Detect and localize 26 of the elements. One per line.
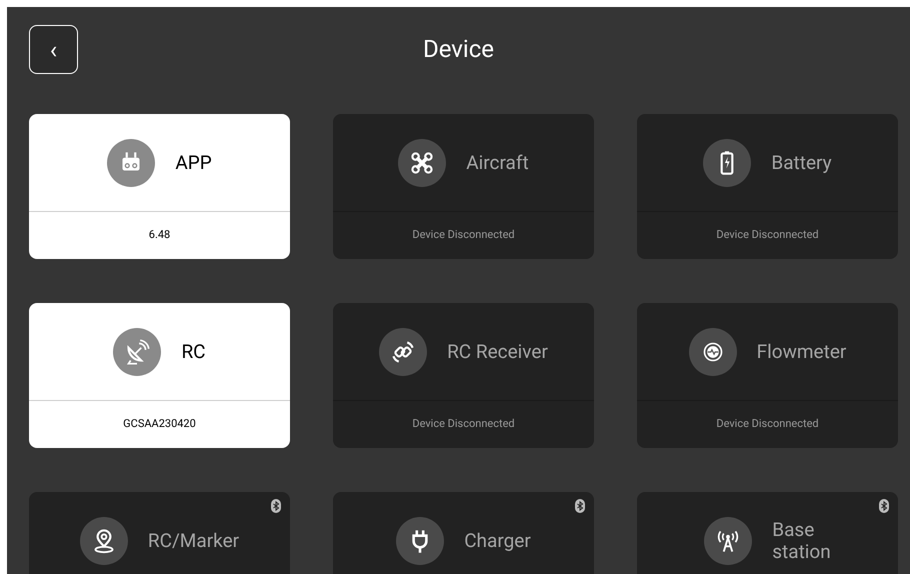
device-status: Device Disconnected: [716, 416, 819, 432]
device-card[interactable]: Charger: [333, 492, 594, 574]
device-card[interactable]: RC GCSAA230420: [29, 303, 290, 448]
device-status: 6.48: [148, 227, 170, 244]
device-name: APP: [175, 152, 212, 174]
device-name: Flowmeter: [756, 340, 846, 362]
back-button[interactable]: ‹: [29, 25, 78, 74]
device-card[interactable]: Aircraft Device Disconnected: [333, 114, 594, 259]
device-name: Base station: [772, 518, 831, 562]
device-card[interactable]: RC Receiver Device Disconnected: [333, 303, 594, 448]
page-title: Device: [422, 34, 494, 65]
device-status: Device Disconnected: [716, 227, 819, 244]
device-card[interactable]: Base station: [637, 492, 898, 574]
device-name: RC: [181, 340, 206, 362]
device-card[interactable]: Flowmeter Device Disconnected: [637, 303, 898, 448]
device-status: Device Disconnected: [412, 227, 515, 244]
device-status: Device Disconnected: [412, 416, 515, 432]
device-name: Charger: [464, 530, 531, 552]
device-name: RC Receiver: [447, 340, 548, 362]
device-card[interactable]: RC/Marker: [29, 492, 290, 574]
device-name: Aircraft: [466, 152, 529, 174]
device-card[interactable]: Battery Device Disconnected: [637, 114, 898, 259]
device-card[interactable]: APP 6.48: [29, 114, 290, 259]
device-name: Battery: [771, 152, 832, 174]
device-status: GCSAA230420: [123, 416, 196, 432]
device-name: RC/Marker: [148, 530, 240, 552]
